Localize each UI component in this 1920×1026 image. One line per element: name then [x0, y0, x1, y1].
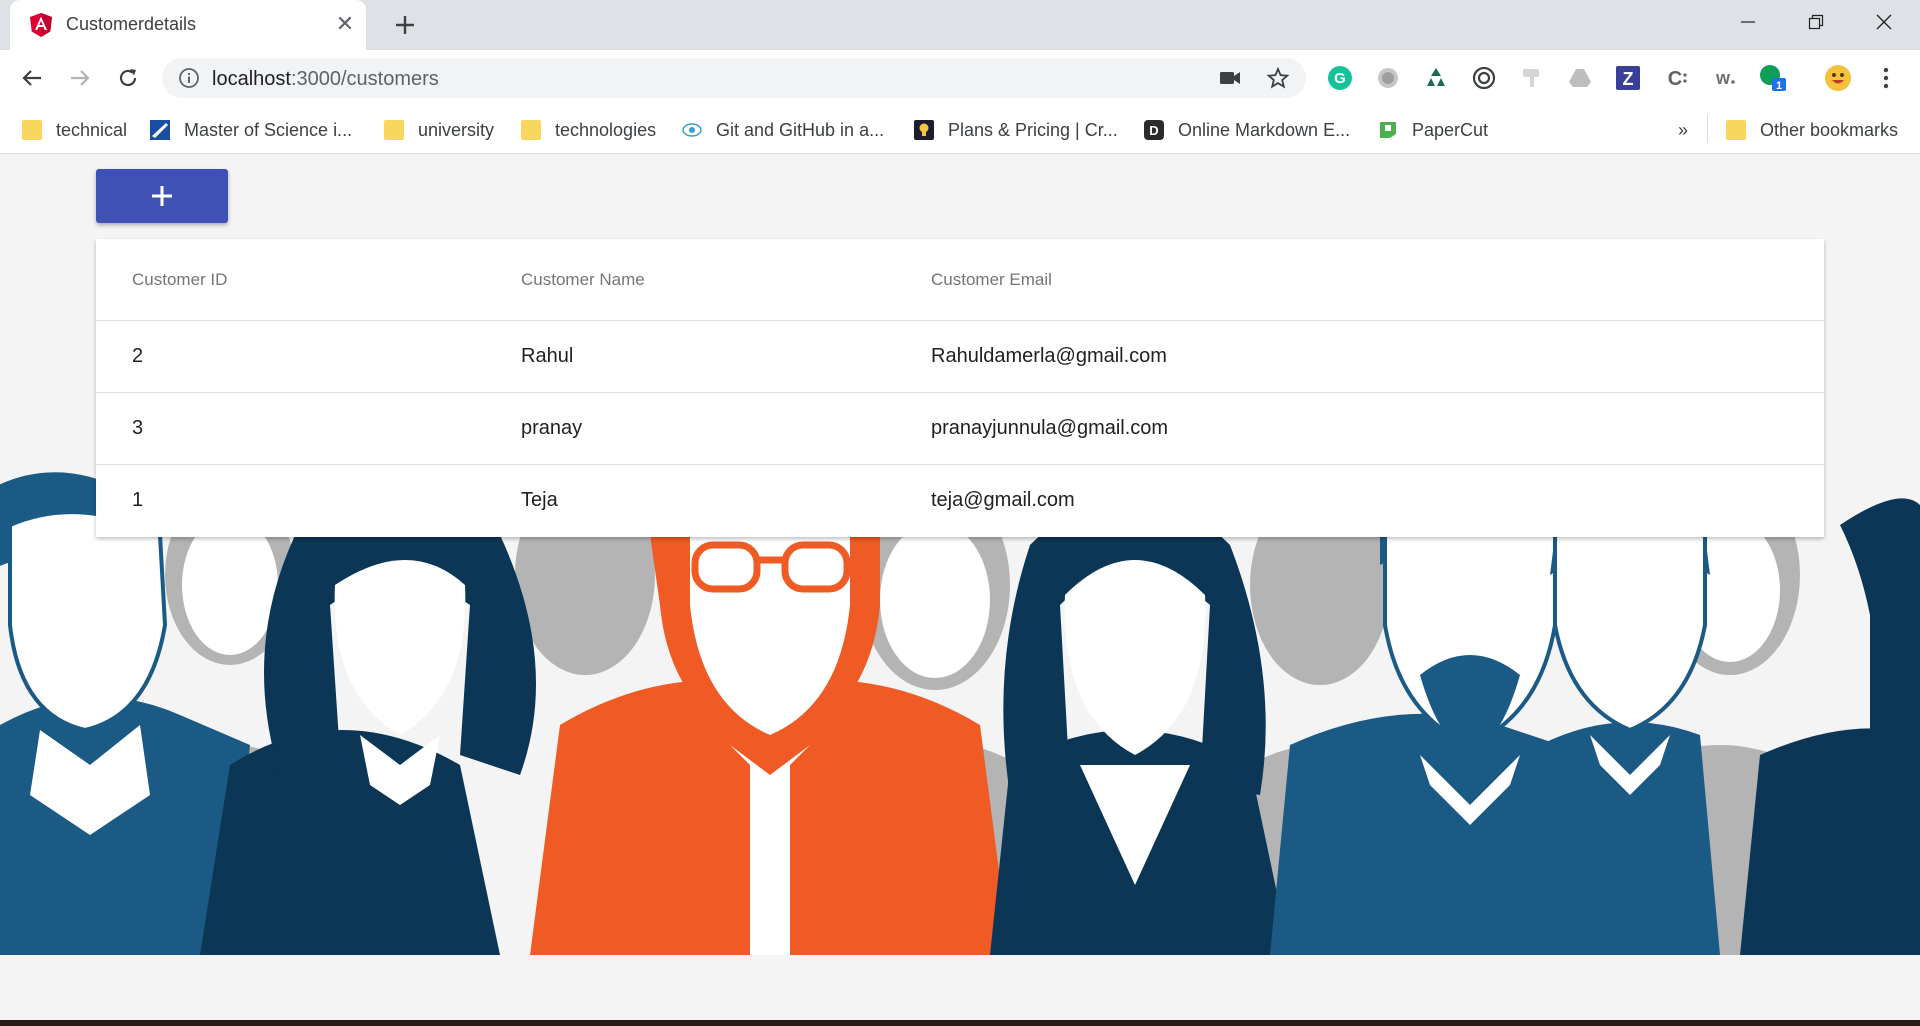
bookmarks-divider: [1707, 115, 1708, 143]
browser-toolbar: localhost:3000/customers G Z C w 1: [0, 50, 1920, 106]
bookmark-online-markdown[interactable]: D Online Markdown E...: [1144, 118, 1350, 142]
address-bar[interactable]: localhost:3000/customers: [162, 58, 1306, 98]
bookmark-technologies[interactable]: technologies: [521, 118, 656, 142]
people-illustration: [0, 465, 1920, 955]
c-extension-icon[interactable]: C: [1662, 64, 1690, 92]
cell-customer-email: pranayjunnula@gmail.com: [931, 417, 1169, 439]
drive-icon[interactable]: [1566, 64, 1594, 92]
papercut-icon: [1380, 122, 1396, 138]
kebab-menu-icon[interactable]: [1872, 64, 1900, 92]
cell-customer-name: pranay: [521, 417, 583, 439]
grammarly-icon[interactable]: G: [1326, 64, 1354, 92]
bookmark-label: Online Markdown E...: [1178, 119, 1351, 140]
bookmark-label: Plans & Pricing | Cr...: [948, 119, 1118, 140]
bookmarks-overflow-chevron-icon[interactable]: »: [1678, 118, 1688, 142]
bookmark-label: Git and GitHub in a...: [716, 119, 885, 140]
header-customer-name[interactable]: Customer Name: [521, 270, 645, 290]
university-logo-icon: [150, 120, 170, 140]
url-host: localhost: [212, 68, 291, 90]
taskbar-edge: [0, 1020, 1920, 1026]
cell-customer-id: 2: [132, 345, 144, 367]
folder-icon: [1726, 120, 1746, 140]
info-icon[interactable]: [178, 67, 200, 89]
close-window-icon[interactable]: [1850, 0, 1918, 44]
url-text: localhost:3000/customers: [212, 68, 439, 91]
svg-text:G: G: [1334, 70, 1346, 87]
close-icon[interactable]: ✕: [333, 11, 357, 36]
cell-customer-name: Teja: [521, 489, 558, 511]
bookmark-other-bookmarks[interactable]: Other bookmarks: [1726, 118, 1898, 142]
d-logo-icon: D: [1144, 120, 1164, 140]
table-row[interactable]: 1 Teja teja@gmail.com: [96, 465, 1824, 537]
plus-icon: [152, 186, 172, 206]
bookmark-label: technical: [56, 119, 128, 140]
w-extension-icon[interactable]: w: [1710, 64, 1738, 92]
table-header-row: Customer ID Customer Name Customer Email: [96, 239, 1824, 321]
folder-icon: [22, 120, 42, 140]
bookmarks-bar: technical Master of Science i... univers…: [0, 106, 1920, 154]
camera-blocked-icon[interactable]: [1218, 66, 1242, 90]
customer-table: Customer ID Customer Name Customer Email…: [96, 239, 1824, 537]
z-extension-icon[interactable]: Z: [1614, 64, 1642, 92]
tab-strip: Customerdetails ✕: [0, 0, 1920, 50]
bookmark-technical[interactable]: technical: [22, 118, 127, 142]
green-chat-extension-icon[interactable]: 1: [1758, 64, 1786, 92]
cell-customer-id: 3: [132, 417, 144, 439]
bookmark-papercut[interactable]: PaperCut: [1378, 118, 1488, 142]
add-customer-button[interactable]: [96, 169, 228, 223]
bookmark-label: PaperCut: [1412, 119, 1489, 140]
back-arrow-icon[interactable]: [16, 62, 48, 94]
folder-icon: [384, 120, 404, 140]
bookmark-master-of-science[interactable]: Master of Science i...: [150, 118, 352, 142]
bookmark-label: Other bookmarks: [1760, 119, 1899, 140]
header-customer-email[interactable]: Customer Email: [931, 270, 1052, 290]
cell-customer-email: teja@gmail.com: [931, 489, 1075, 511]
url-path: :3000/customers: [290, 68, 439, 90]
bookmark-star-icon[interactable]: [1266, 66, 1290, 90]
angular-logo-icon: [30, 13, 52, 37]
eye-logo-icon: [682, 123, 702, 137]
page-content: Customer ID Customer Name Customer Email…: [0, 155, 1920, 1026]
profile-avatar-icon[interactable]: [1824, 64, 1852, 92]
bookmark-label: university: [418, 119, 495, 140]
extension-badge: 1: [1776, 80, 1782, 92]
svg-text:C: C: [1668, 68, 1682, 90]
new-tab-plus-icon[interactable]: [390, 10, 420, 40]
table-row[interactable]: 3 pranay pranayjunnula@gmail.com: [96, 393, 1824, 465]
cell-customer-id: 1: [132, 489, 144, 511]
lightbulb-icon: [914, 120, 934, 140]
spiral-extension-icon[interactable]: [1470, 64, 1498, 92]
bookmark-university[interactable]: university: [384, 118, 494, 142]
tab-title: Customerdetails: [66, 14, 197, 34]
minimize-icon[interactable]: [1714, 0, 1782, 44]
forward-arrow-icon[interactable]: [64, 62, 96, 94]
cell-customer-email: Rahuldamerla@gmail.com: [931, 345, 1167, 367]
restore-icon[interactable]: [1782, 0, 1850, 44]
header-customer-id[interactable]: Customer ID: [132, 270, 227, 290]
overflow-label: »: [1678, 119, 1689, 140]
bookmark-plans-pricing[interactable]: Plans & Pricing | Cr...: [914, 118, 1118, 142]
bookmark-label: technologies: [555, 119, 657, 140]
svg-text:Z: Z: [1623, 69, 1634, 89]
bookmark-git-github[interactable]: Git and GitHub in a...: [682, 118, 884, 142]
bookmark-label: Master of Science i...: [184, 119, 353, 140]
paint-roller-icon[interactable]: [1518, 64, 1546, 92]
cell-customer-name: Rahul: [521, 345, 574, 367]
svg-text:D: D: [1149, 123, 1158, 138]
folder-icon: [521, 120, 541, 140]
gray-circle-extension-icon[interactable]: [1374, 64, 1402, 92]
reload-icon[interactable]: [112, 62, 144, 94]
browser-tab-active[interactable]: Customerdetails ✕: [10, 0, 366, 50]
table-row[interactable]: 2 Rahul Rahuldamerla@gmail.com: [96, 321, 1824, 393]
svg-text:w: w: [1715, 68, 1731, 88]
recycle-icon[interactable]: [1422, 64, 1450, 92]
